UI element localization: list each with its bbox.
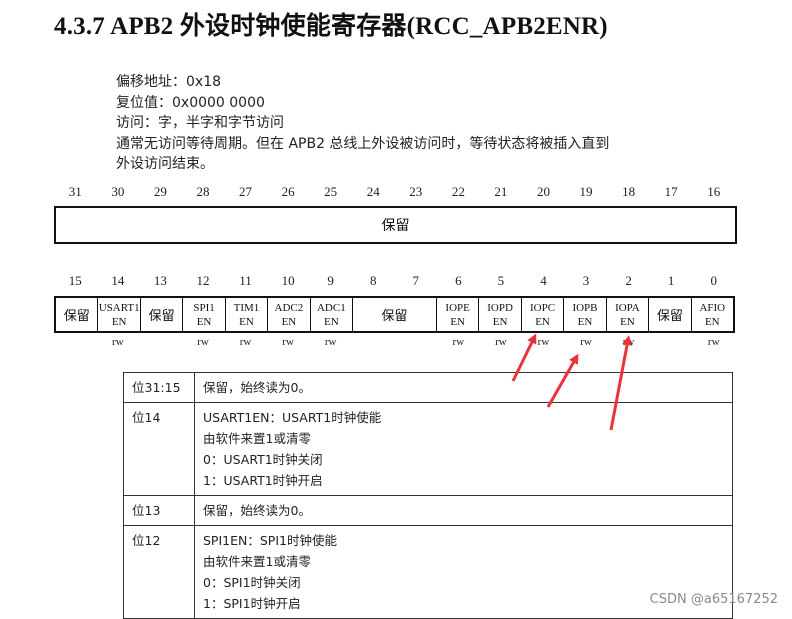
arrow-iopc bbox=[511, 333, 537, 382]
arrow-iopb bbox=[546, 353, 579, 408]
watermark: CSDN @a65167252 bbox=[649, 592, 778, 607]
annotation-arrows bbox=[511, 333, 632, 431]
arrow-iopa bbox=[609, 335, 632, 431]
